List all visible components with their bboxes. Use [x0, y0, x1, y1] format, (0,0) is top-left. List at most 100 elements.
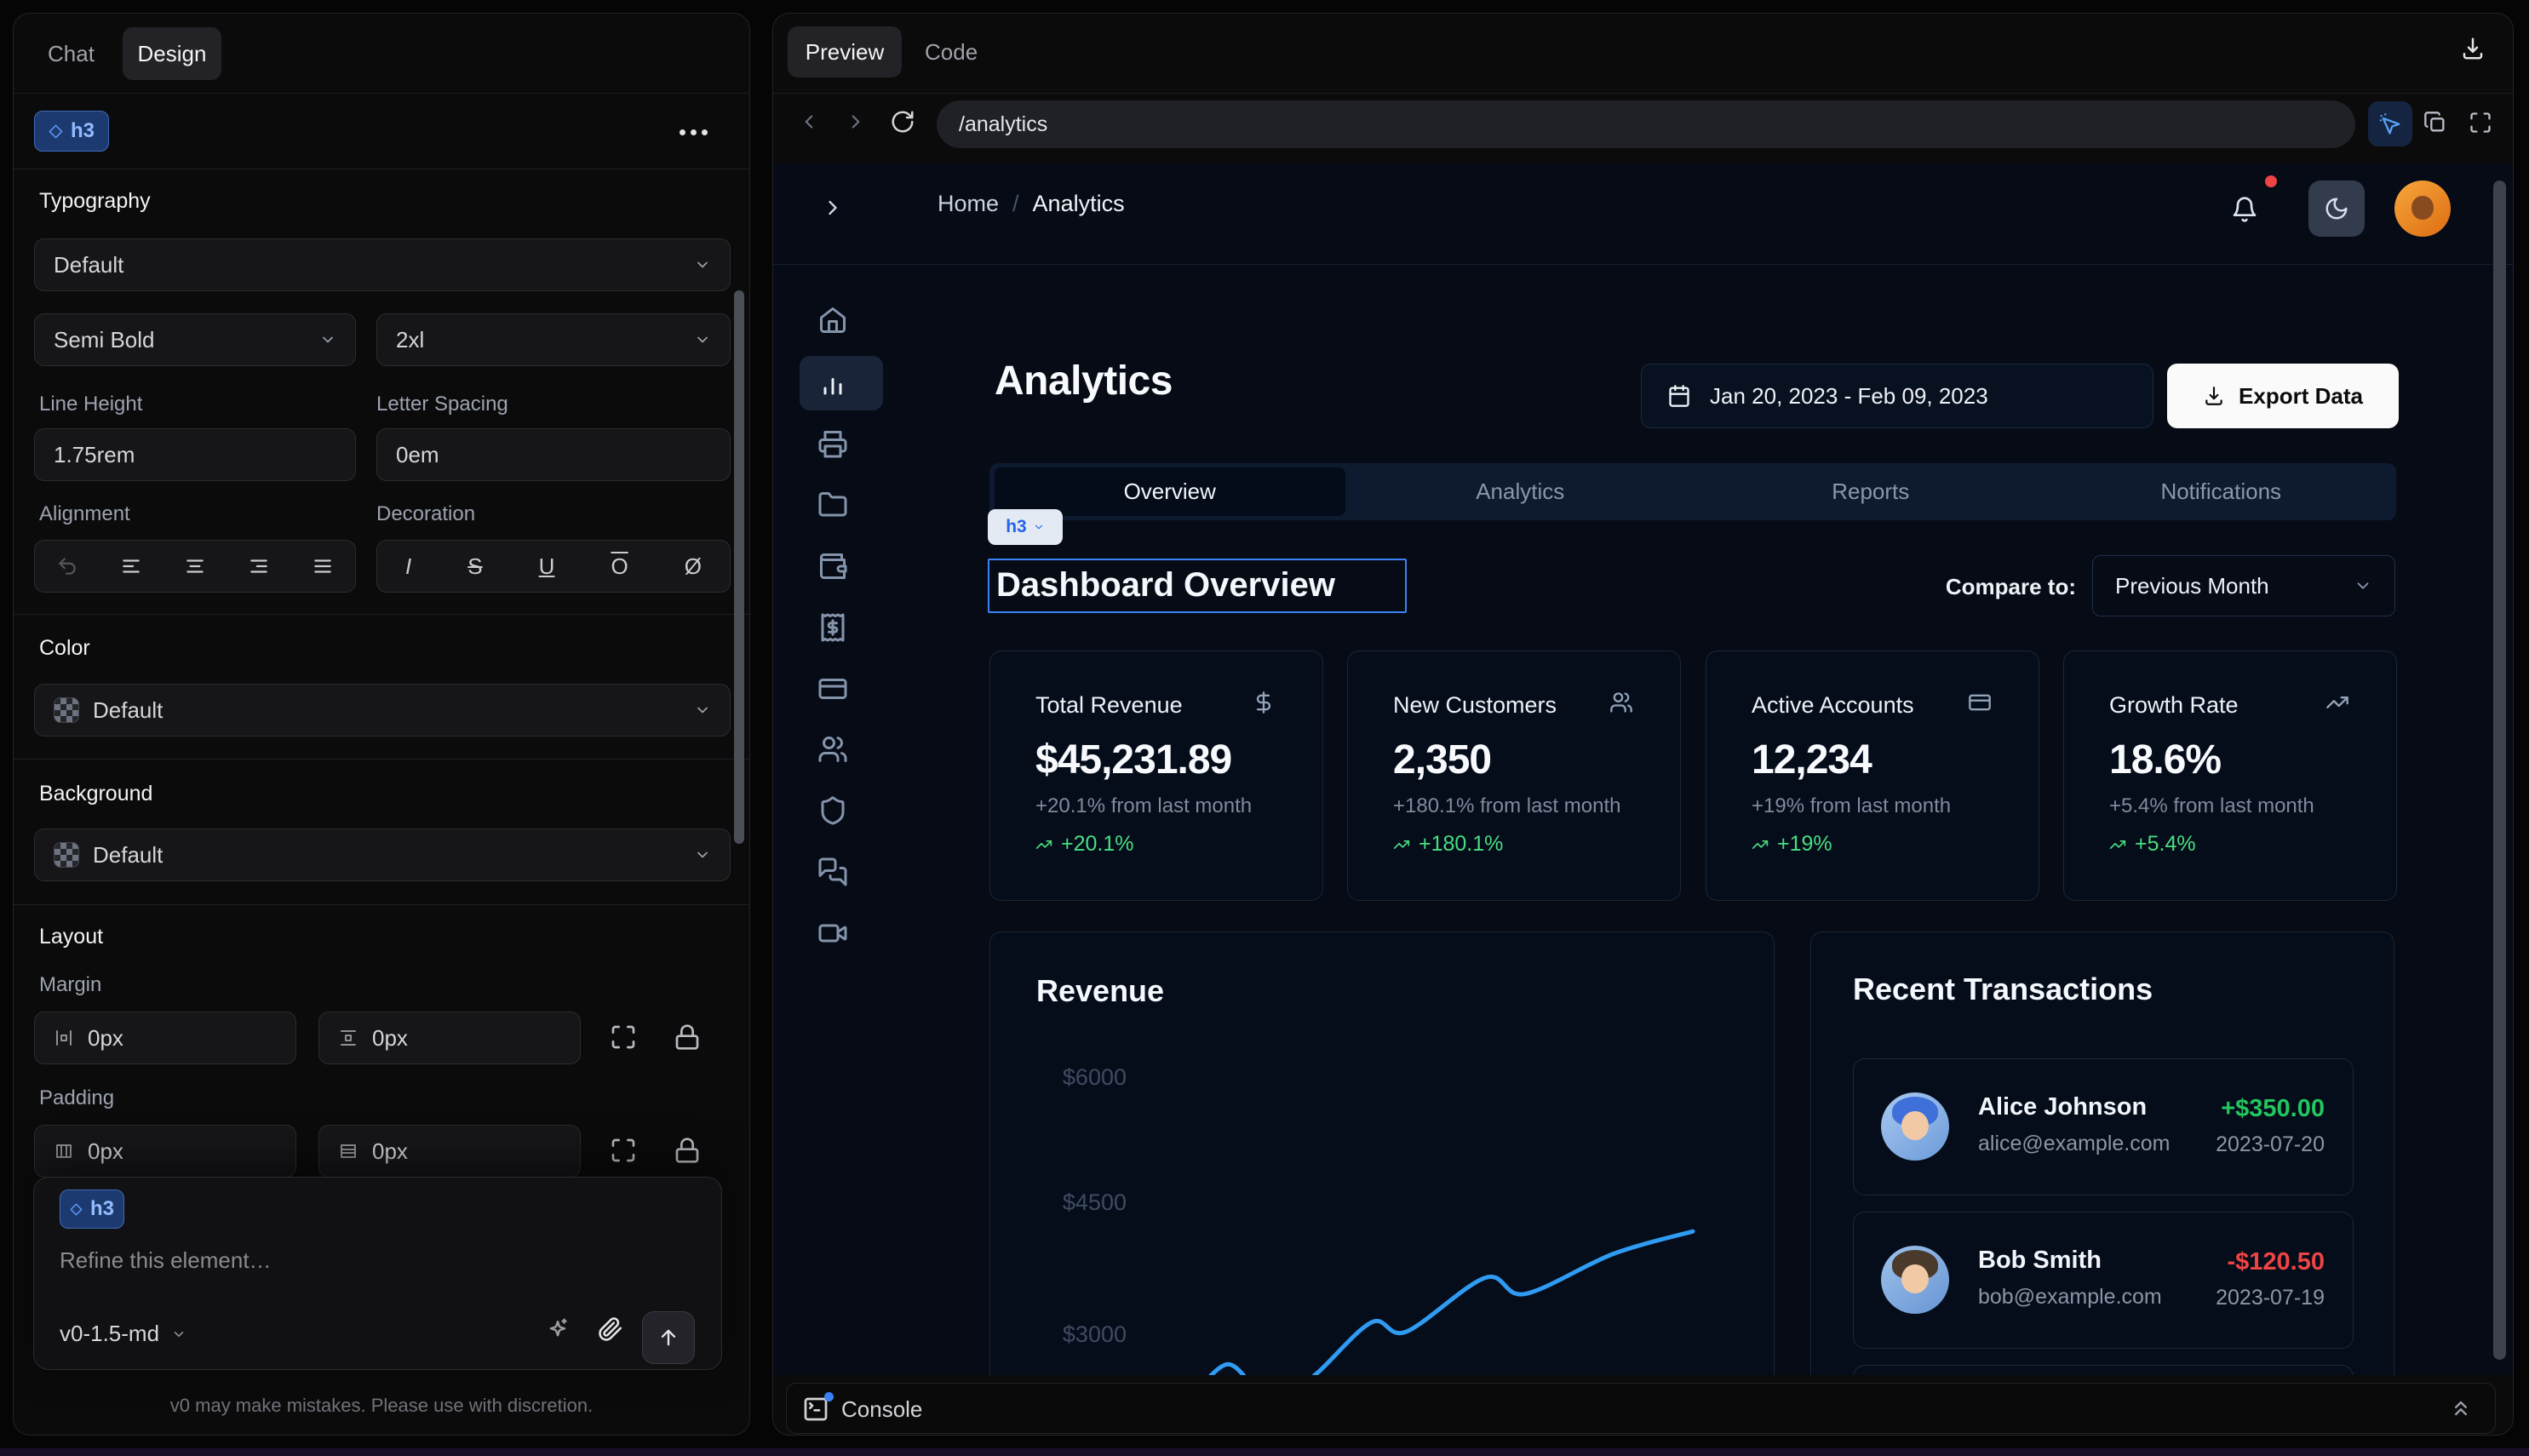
background-select[interactable]: Default: [34, 828, 731, 881]
bell-icon[interactable]: [2231, 196, 2258, 223]
sidebar-printer-icon[interactable]: [817, 428, 848, 459]
model-select[interactable]: v0-1.5-md: [60, 1321, 186, 1347]
transaction-email: alice@example.com: [1978, 1132, 2170, 1156]
selected-element-chip[interactable]: h3: [34, 111, 109, 152]
tab-analytics[interactable]: Analytics: [1345, 463, 1696, 520]
submit-button[interactable]: [642, 1311, 695, 1364]
element-selector-chip[interactable]: h3: [988, 509, 1063, 545]
model-name: v0-1.5-md: [60, 1321, 159, 1347]
trending-up-icon: [2109, 836, 2126, 853]
stat-value: 2,350: [1393, 737, 1491, 783]
divider: [773, 264, 2513, 265]
tab-chat[interactable]: Chat: [48, 41, 95, 67]
italic-icon[interactable]: I: [405, 553, 411, 580]
transaction-row[interactable]: Bob Smith bob@example.com -$120.50 2023-…: [1853, 1212, 2354, 1349]
stat-card-total-revenue: Total Revenue $45,231.89 +20.1% from las…: [989, 651, 1323, 901]
preview-scrollbar[interactable]: [2493, 181, 2506, 1360]
section-heading-selected[interactable]: Dashboard Overview: [988, 559, 1407, 613]
compare-select[interactable]: Previous Month: [2092, 555, 2395, 616]
url-input[interactable]: /analytics: [937, 100, 2355, 148]
stat-delta-value: +180.1%: [1419, 832, 1503, 857]
sidebar-video-icon[interactable]: [817, 918, 848, 949]
composer-element-chip[interactable]: h3: [60, 1189, 124, 1229]
console-bar[interactable]: Console: [786, 1383, 2496, 1434]
padding-y-value: 0px: [372, 1138, 408, 1165]
color-select[interactable]: Default: [34, 684, 731, 737]
breadcrumb-home[interactable]: Home: [938, 191, 999, 217]
font-weight-select[interactable]: Semi Bold: [34, 313, 356, 366]
margin-label: Margin: [39, 973, 101, 997]
letter-spacing-input[interactable]: 0em: [376, 428, 731, 481]
lock-margin-icon[interactable]: [674, 1023, 701, 1051]
sidebar-toggle-icon[interactable]: [821, 196, 845, 220]
sidebar-messages-icon[interactable]: [817, 857, 848, 887]
sidebar-credit-card-icon[interactable]: [817, 674, 848, 704]
font-family-select[interactable]: Default: [34, 238, 731, 291]
strikethrough-icon[interactable]: S: [467, 553, 482, 580]
divider: [14, 614, 749, 615]
breadcrumb-separator: /: [1012, 191, 1019, 217]
expand-margin-icon[interactable]: [610, 1023, 637, 1051]
sidebar-shield-icon[interactable]: [817, 795, 848, 826]
forward-icon[interactable]: [845, 111, 867, 133]
tab-design[interactable]: Design: [123, 27, 221, 80]
tab-notifications[interactable]: Notifications: [2046, 463, 2397, 520]
padding-label: Padding: [39, 1086, 114, 1110]
padding-x-input[interactable]: 0px: [34, 1125, 296, 1178]
font-size-select[interactable]: 2xl: [376, 313, 731, 366]
margin-y-input[interactable]: 0px: [318, 1012, 581, 1064]
download-icon[interactable]: [2460, 36, 2486, 61]
copy-icon[interactable]: [2423, 111, 2447, 135]
arrow-up-icon: [657, 1326, 680, 1350]
align-right-icon[interactable]: [248, 555, 270, 577]
user-avatar[interactable]: [2394, 181, 2451, 237]
chevrons-up-icon[interactable]: [2449, 1396, 2473, 1420]
undo-icon[interactable]: [56, 555, 78, 577]
compare-value: Previous Month: [2115, 573, 2269, 599]
line-height-input[interactable]: 1.75rem: [34, 428, 356, 481]
sparkles-icon[interactable]: [545, 1316, 571, 1342]
diamond-icon: [70, 1203, 83, 1216]
tab-preview[interactable]: Preview: [788, 26, 902, 77]
panel-scrollbar[interactable]: [734, 290, 744, 844]
padding-y-input[interactable]: 0px: [318, 1125, 581, 1178]
background-section-label: Background: [39, 782, 152, 806]
sidebar-bar-chart-icon[interactable]: [817, 368, 848, 398]
analytics-app: Home / Analytics Analytics: [773, 163, 2513, 1375]
ellipsis-menu-icon[interactable]: [691, 129, 697, 135]
align-left-icon[interactable]: [120, 555, 142, 577]
selector-chip-tag: h3: [1006, 517, 1027, 537]
composer-input[interactable]: Refine this element…: [60, 1247, 272, 1274]
fullscreen-icon[interactable]: [2469, 111, 2492, 135]
back-icon[interactable]: [798, 111, 820, 133]
sidebar-users-icon[interactable]: [817, 734, 848, 765]
underline-icon[interactable]: U: [539, 553, 555, 580]
overline-icon[interactable]: O: [611, 553, 628, 580]
inspect-cursor-button[interactable]: [2368, 101, 2412, 146]
sidebar-wallet-icon[interactable]: [817, 551, 848, 582]
theme-toggle-button[interactable]: [2308, 181, 2365, 237]
font-weight-value: Semi Bold: [54, 327, 155, 353]
sidebar-folder-icon[interactable]: [817, 490, 848, 520]
sidebar-receipt-icon[interactable]: [817, 612, 848, 643]
window-bottom-edge: [0, 1448, 2529, 1456]
no-decoration-icon[interactable]: Ø: [685, 553, 702, 580]
refresh-icon[interactable]: [890, 109, 915, 135]
avatar: [1881, 1092, 1949, 1161]
margin-x-input[interactable]: 0px: [34, 1012, 296, 1064]
align-center-icon[interactable]: [184, 555, 206, 577]
stat-title: New Customers: [1393, 692, 1557, 719]
date-range-picker[interactable]: Jan 20, 2023 - Feb 09, 2023: [1641, 364, 2153, 428]
tab-code[interactable]: Code: [925, 39, 978, 66]
tab-reports[interactable]: Reports: [1695, 463, 2046, 520]
expand-padding-icon[interactable]: [610, 1137, 637, 1164]
sidebar-home-icon[interactable]: [817, 305, 848, 335]
lock-padding-icon[interactable]: [674, 1137, 701, 1164]
stat-subtext: +20.1% from last month: [1035, 794, 1252, 818]
stat-card-active-accounts: Active Accounts 12,234 +19% from last mo…: [1706, 651, 2039, 901]
paperclip-icon[interactable]: [598, 1316, 623, 1342]
transaction-row[interactable]: Alice Johnson alice@example.com +$350.00…: [1853, 1058, 2354, 1195]
stat-delta: +5.4%: [2109, 832, 2196, 857]
align-justify-icon[interactable]: [312, 555, 334, 577]
export-data-button[interactable]: Export Data: [2167, 364, 2399, 428]
